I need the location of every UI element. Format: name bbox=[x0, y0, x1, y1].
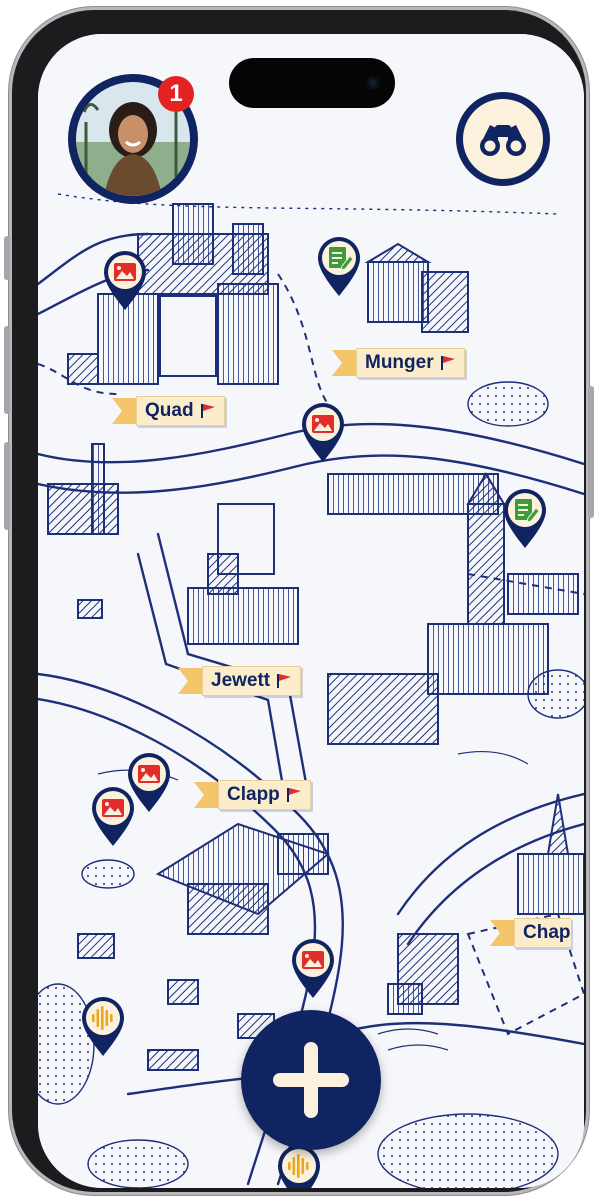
photo-pin[interactable] bbox=[102, 250, 148, 312]
photo-pin[interactable] bbox=[290, 938, 336, 1000]
notification-badge: 1 bbox=[158, 76, 194, 112]
power-button bbox=[588, 386, 594, 518]
image-icon bbox=[138, 765, 160, 783]
audio-pin[interactable] bbox=[80, 996, 126, 1058]
photo-pin[interactable] bbox=[300, 402, 346, 464]
image-icon bbox=[312, 415, 334, 433]
flag-icon bbox=[440, 356, 455, 370]
front-camera bbox=[366, 76, 380, 90]
plus-icon bbox=[273, 1042, 349, 1118]
image-icon bbox=[114, 263, 136, 281]
phone-frame: 1 Munger Quad Jewett Clapp Chap bbox=[4, 10, 594, 1192]
label-clapp[interactable]: Clapp bbox=[194, 780, 311, 810]
image-icon bbox=[302, 951, 324, 969]
flag-icon bbox=[200, 404, 215, 418]
image-icon bbox=[102, 799, 124, 817]
volume-up-button bbox=[4, 326, 10, 414]
flag-icon bbox=[286, 788, 301, 802]
note-pin[interactable] bbox=[316, 236, 362, 298]
explore-button[interactable] bbox=[456, 92, 550, 186]
audio-pin[interactable] bbox=[276, 1144, 322, 1188]
binoculars-icon bbox=[480, 125, 526, 156]
app-screen: 1 Munger Quad Jewett Clapp Chap bbox=[38, 34, 584, 1188]
add-button[interactable] bbox=[241, 1010, 381, 1150]
note-pin[interactable] bbox=[502, 488, 548, 550]
label-munger[interactable]: Munger bbox=[332, 348, 465, 378]
mute-switch bbox=[4, 236, 10, 280]
photo-pin[interactable] bbox=[90, 786, 136, 848]
label-jewett[interactable]: Jewett bbox=[178, 666, 302, 696]
volume-down-button bbox=[4, 442, 10, 530]
label-quad[interactable]: Quad bbox=[112, 396, 225, 426]
label-chapel[interactable]: Chap bbox=[490, 918, 571, 948]
flag-icon bbox=[277, 674, 292, 688]
